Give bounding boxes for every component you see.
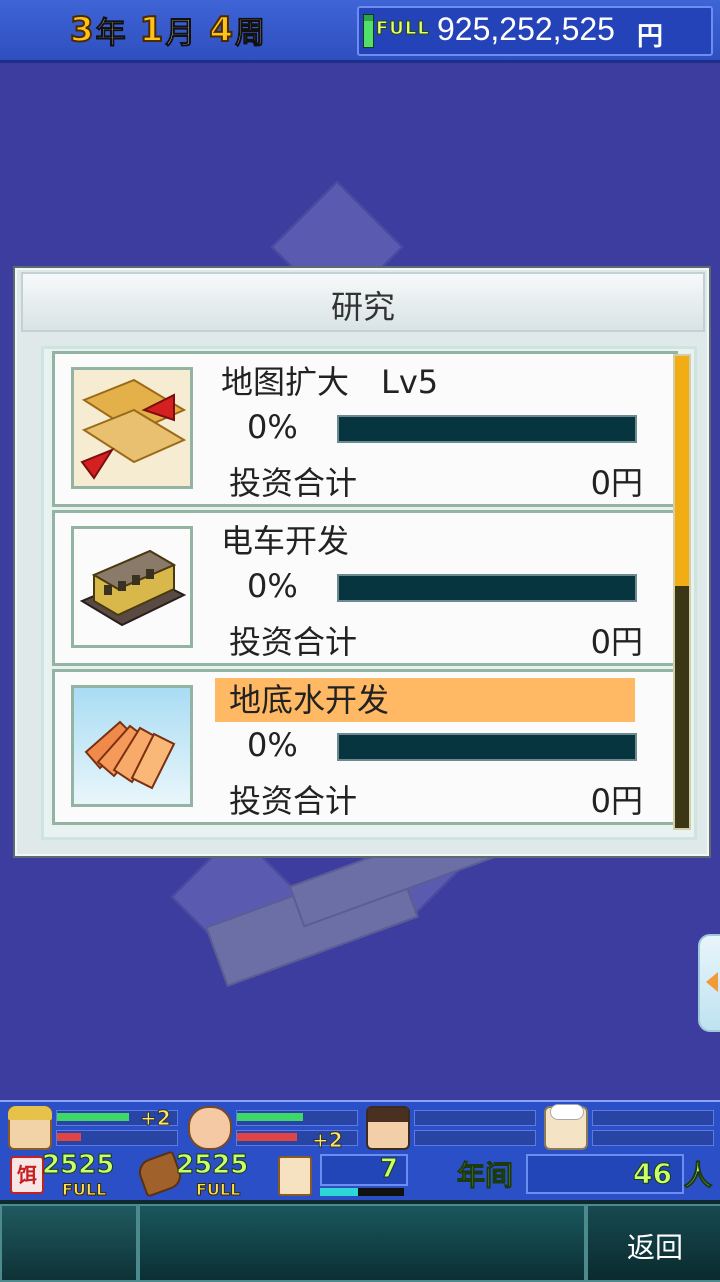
yearly-label: 年间 (456, 1159, 514, 1193)
cards-icon (71, 685, 193, 807)
storage-meter-icon (363, 14, 374, 48)
staff-health-gauge (592, 1130, 714, 1146)
yearly-visitors-box: 46 (526, 1154, 684, 1194)
dialog-title: 研究 (330, 288, 395, 326)
staff-slot[interactable]: +2 (188, 1106, 358, 1153)
year-number: 3 (69, 9, 95, 51)
staff-slot[interactable] (366, 1106, 536, 1150)
research-progress-bar (337, 574, 637, 602)
card-icon (278, 1156, 312, 1196)
invest-value: 0円 (590, 782, 643, 820)
research-name: 地底水开发 (215, 678, 635, 722)
staff-stamina-gauge (592, 1110, 714, 1126)
research-list: 地图扩大 Lv5 0% 投资合计 0円 电车开发 0% 投资合计 0円 地底水开… (41, 346, 697, 840)
research-percent: 0% (247, 408, 298, 446)
food-icon: 饵 (10, 1156, 44, 1194)
staff-bald-icon (188, 1106, 232, 1150)
food-resource: 饵 2525 FULL (8, 1150, 132, 1200)
research-progress-bar (337, 415, 637, 443)
research-percent: 0% (247, 567, 298, 605)
staff-health-gauge (56, 1130, 178, 1146)
train-icon (71, 526, 193, 648)
wood-full: FULL (195, 1180, 241, 1200)
dialog-header: 研究 (21, 272, 705, 332)
staff-bonus: +2 (312, 1128, 344, 1153)
year-unit: 年 (95, 16, 126, 52)
research-progress-bar (337, 733, 637, 761)
food-value: 2525 (41, 1150, 115, 1181)
invest-value: 0円 (590, 623, 643, 661)
research-item[interactable]: 电车开发 0% 投资合计 0円 (52, 510, 678, 666)
card-gauge: 7 (320, 1154, 408, 1186)
month-unit: 月 (165, 16, 196, 52)
staff-bonus: +2 (140, 1106, 172, 1131)
full-indicator: FULL (363, 14, 429, 48)
back-button[interactable]: 返回 (586, 1204, 720, 1282)
invest-label: 投资合计 (229, 464, 358, 502)
research-name: 地图扩大 Lv5 (221, 363, 439, 401)
money-amount: 925,252,525 (437, 11, 615, 47)
research-name: 电车开发 (221, 522, 350, 560)
map-expand-icon (71, 367, 193, 489)
month-number: 1 (139, 9, 165, 51)
staff-boy-icon (366, 1106, 410, 1150)
bottom-left-button[interactable] (0, 1204, 138, 1282)
yearly-value: 46 (633, 1157, 673, 1191)
staff-chef-icon (544, 1104, 588, 1150)
wood-resource: 2525 FULL (135, 1150, 264, 1200)
top-bar: 3 年 1 月 4 周 FULL 925,252,525 円 (0, 0, 720, 63)
week-number: 4 (208, 9, 234, 51)
game-date: 3 年 1 月 4 周 (69, 6, 279, 54)
card-progress (320, 1188, 404, 1196)
side-panel-tab[interactable] (698, 934, 720, 1032)
research-item[interactable]: 地图扩大 Lv5 0% 投资合计 0円 (52, 351, 678, 507)
full-label: FULL (376, 18, 430, 40)
money-unit: 円 (637, 22, 664, 52)
staff-slot[interactable]: +2 (8, 1106, 178, 1150)
staff-slot[interactable] (544, 1104, 714, 1150)
staff-stamina-gauge (414, 1110, 536, 1126)
wood-value: 2525 (175, 1150, 249, 1181)
bottom-bar: 返回 (0, 1200, 720, 1282)
week-unit: 周 (235, 16, 266, 52)
scrollbar-thumb[interactable] (675, 356, 689, 586)
invest-label: 投资合计 (229, 623, 358, 661)
list-scrollbar[interactable] (673, 354, 691, 830)
staff-health-gauge (414, 1130, 536, 1146)
bottom-middle-panel[interactable] (138, 1204, 586, 1282)
invest-label: 投资合计 (229, 782, 358, 820)
yearly-unit: 人 (683, 1159, 713, 1193)
invest-value: 0円 (590, 464, 643, 502)
card-value: 7 (379, 1154, 398, 1185)
arrow-left-icon (706, 972, 718, 992)
research-percent: 0% (247, 726, 298, 764)
back-label: 返回 (626, 1231, 683, 1264)
staff-stamina-gauge (236, 1110, 358, 1126)
money-display: FULL 925,252,525 円 (357, 6, 713, 56)
research-dialog: 研究 地图扩大 Lv5 0% 投资合计 0円 电车开发 0% 投资合计 0円 地… (13, 266, 711, 858)
food-full: FULL (61, 1180, 107, 1200)
staff-straw-hat-icon (8, 1106, 52, 1150)
card-resource: 7 (276, 1150, 408, 1200)
research-item-selected[interactable]: 地底水开发 0% 投资合计 0円 (52, 669, 678, 825)
